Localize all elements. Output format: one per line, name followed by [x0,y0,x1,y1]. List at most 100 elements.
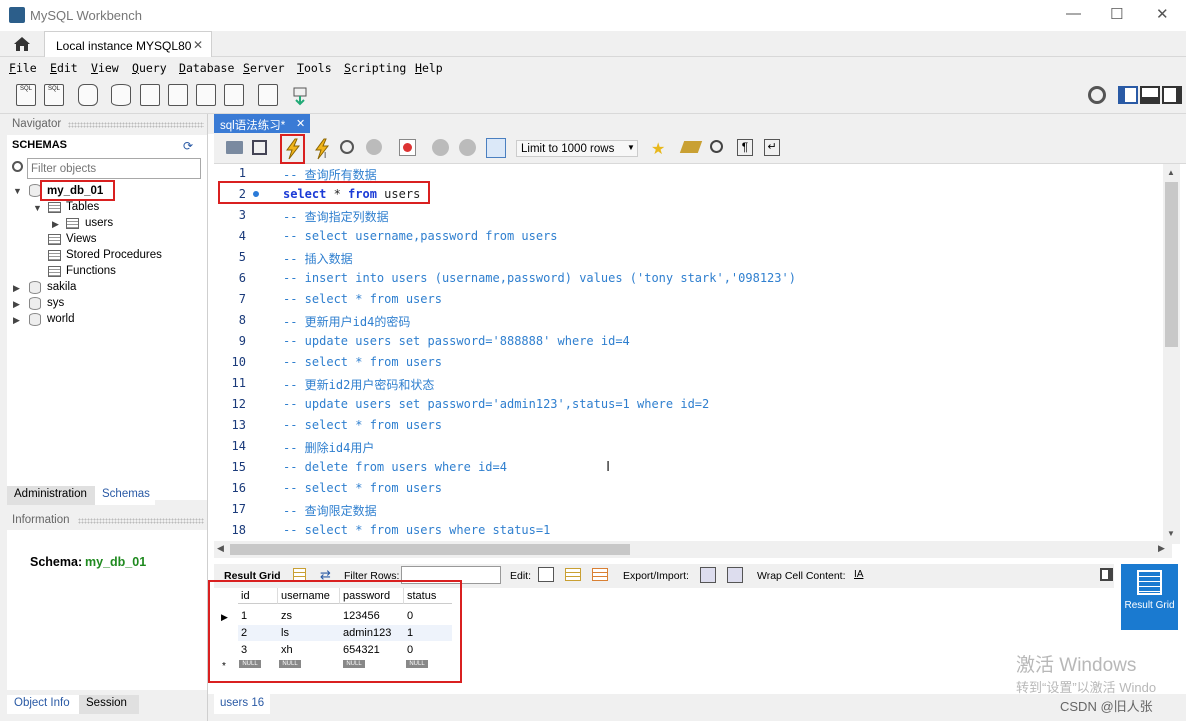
tab-session[interactable]: Session [79,695,139,714]
editor-tab[interactable]: sql语法练习* ✕ [214,114,310,133]
scroll-down-icon[interactable]: ▼ [1167,529,1175,538]
menu-server[interactable]: Server [243,61,285,75]
toggle-error-icon[interactable] [399,139,416,156]
code-line[interactable]: -- update users set password='admin123',… [283,397,709,411]
menu-file[interactable]: File [9,61,37,75]
tree-db-world[interactable]: world [47,313,74,325]
expand-sakila-icon[interactable]: ▶ [13,283,20,294]
inspector-icon[interactable] [78,84,98,106]
expand-world-icon[interactable]: ▶ [13,315,20,326]
search-table-data-icon[interactable] [258,84,278,106]
wrap-cell-icon[interactable]: IA [854,569,863,580]
create-procedure-icon[interactable] [196,84,216,106]
menu-edit[interactable]: Edit [50,61,78,75]
create-schema-icon[interactable] [111,84,131,106]
code-line[interactable]: -- select * from users where status=1 [283,523,550,537]
toggle-sidebar-icon[interactable] [1118,86,1138,104]
code-line[interactable]: -- delete from users where id=4 [283,460,507,474]
tab-object-info[interactable]: Object Info [7,695,79,714]
code-line[interactable]: -- select * from users [283,292,442,306]
tree-tables[interactable]: Tables [66,201,99,213]
code-line[interactable]: -- 删除id4用户 [283,439,374,456]
toggle-result-panel-icon[interactable] [1100,568,1113,581]
editor-tab-close-icon[interactable]: ✕ [296,117,305,130]
create-view-icon[interactable] [168,84,188,106]
tree-table-users[interactable]: users [85,217,113,229]
tree-functions[interactable]: Functions [66,265,116,277]
scroll-up-icon[interactable]: ▲ [1167,168,1175,177]
instance-tab-close-icon[interactable]: ✕ [193,38,203,52]
code-line[interactable]: -- 更新用户id4的密码 [283,313,410,330]
vertical-scroll-thumb[interactable] [1165,182,1178,347]
expand-users-icon[interactable]: ▶ [52,219,59,230]
code-line[interactable]: -- select username,password from users [283,229,558,243]
settings-gear-icon[interactable] [1088,86,1106,104]
tree-db-sys[interactable]: sys [47,297,64,309]
edit-row-icon[interactable] [538,567,554,582]
code-line[interactable]: -- 查询指定列数据 [283,208,389,225]
code-line[interactable]: -- 查询限定数据 [283,502,377,519]
code-line[interactable]: -- insert into users (username,password)… [283,271,796,285]
refresh-schemas-icon[interactable]: ⟳ [183,139,193,153]
line-number: 12 [231,397,246,411]
code-line[interactable]: -- update users set password='888888' wh… [283,334,630,348]
horizontal-scroll-thumb[interactable] [230,544,630,555]
open-sql-script-icon[interactable]: SQL [44,84,64,106]
instance-tab[interactable]: Local instance MYSQL80 ✕ [44,31,212,57]
create-table-icon[interactable] [140,84,160,106]
filter-objects-input[interactable] [27,158,201,179]
result-tab-users[interactable]: users 16 [214,694,270,714]
export-icon[interactable] [700,567,716,583]
scroll-right-icon[interactable]: ▶ [1158,543,1165,554]
menu-scripting[interactable]: Scripting [344,61,406,75]
toggle-secondary-sidebar-icon[interactable] [1162,86,1182,104]
tree-db-sakila[interactable]: sakila [47,281,76,293]
menu-database[interactable]: Database [179,61,234,75]
reconnect-icon[interactable] [290,84,310,106]
add-snippet-star-icon[interactable]: ★ [651,139,665,159]
delete-row-icon[interactable] [592,568,608,581]
code-line[interactable]: -- 更新id2用户密码和状态 [283,376,434,393]
menu-help[interactable]: Help [415,61,443,75]
tab-schemas[interactable]: Schemas [95,486,155,505]
menu-tools[interactable]: Tools [297,61,332,75]
code-line[interactable]: -- 插入数据 [283,250,353,267]
editor-vertical-scrollbar[interactable]: ▲ ▼ [1163,164,1180,544]
limit-rows-select[interactable]: Limit to 1000 rows ▼ [516,140,638,157]
beautify-icon[interactable] [679,141,703,153]
scroll-left-icon[interactable]: ◀ [217,543,224,554]
expand-tables-icon[interactable]: ▼ [33,203,42,213]
commit-icon[interactable] [432,139,449,156]
create-function-icon[interactable] [224,84,244,106]
code-line[interactable]: -- select * from users [283,418,442,432]
find-icon[interactable] [710,140,723,153]
invisible-chars-icon[interactable]: ¶ [737,139,753,156]
execute-current-icon[interactable]: I [312,138,332,160]
home-icon[interactable] [12,35,32,53]
minimize-button[interactable]: — [1066,5,1081,22]
tree-stored-procedures[interactable]: Stored Procedures [66,249,162,261]
menu-view[interactable]: View [91,61,119,75]
import-icon[interactable] [727,567,743,583]
open-file-icon[interactable] [226,141,243,154]
word-wrap-icon[interactable]: ↵ [764,139,780,156]
expand-sys-icon[interactable]: ▶ [13,299,20,310]
result-grid-side-button[interactable]: Result Grid [1121,564,1178,630]
expand-my-db-01-icon[interactable]: ▼ [13,186,22,196]
new-sql-tab-icon[interactable]: SQL [16,84,36,106]
editor-horizontal-scrollbar[interactable]: ◀ ▶ [214,541,1172,558]
save-file-icon[interactable] [252,140,267,155]
maximize-button[interactable]: ☐ [1110,5,1123,23]
toggle-output-icon[interactable] [1140,86,1160,104]
menu-query[interactable]: Query [132,61,167,75]
insert-row-icon[interactable] [565,568,581,581]
autocommit-icon[interactable] [486,138,506,158]
stop-icon[interactable] [366,139,382,155]
code-line[interactable]: -- select * from users [283,481,442,495]
rollback-icon[interactable] [459,139,476,156]
explain-icon[interactable] [340,140,354,154]
tab-administration[interactable]: Administration [7,486,95,505]
close-button[interactable]: ✕ [1156,5,1169,23]
code-line[interactable]: -- select * from users [283,355,442,369]
tree-views[interactable]: Views [66,233,96,245]
